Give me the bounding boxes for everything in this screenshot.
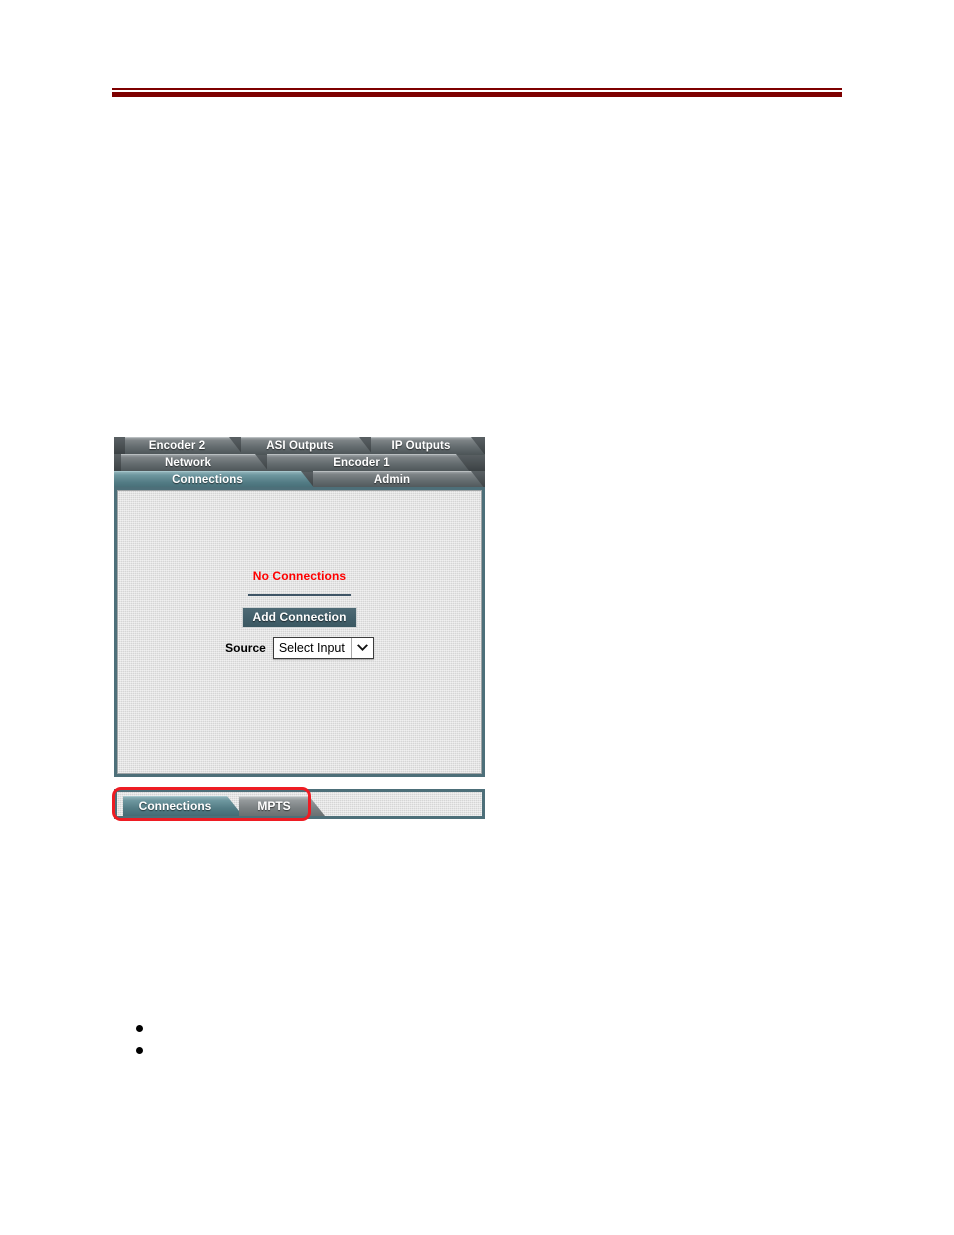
- page-header-rule: [112, 88, 842, 97]
- source-label: Source: [225, 641, 266, 655]
- connections-content: No Connections Add Connection Source Sel…: [118, 569, 481, 659]
- tab-asi-outputs[interactable]: ASI Outputs: [241, 437, 373, 455]
- footer-tab-mpts[interactable]: MPTS: [239, 796, 325, 816]
- tab-network[interactable]: Network: [121, 454, 269, 472]
- bullet-list: [112, 1018, 612, 1062]
- top-tab-row-2: Network Encoder 1: [114, 454, 485, 471]
- header-rule-thick: [112, 92, 842, 97]
- footer-tab-connections[interactable]: Connections: [123, 796, 243, 816]
- add-connection-button[interactable]: Add Connection: [242, 607, 357, 628]
- source-select-value: Select Input: [278, 641, 345, 655]
- bullet-item: [112, 1018, 612, 1040]
- source-input-select[interactable]: Select Input: [272, 637, 374, 659]
- top-tab-row-3: Connections Admin: [114, 471, 485, 488]
- footer-tabs: Connections MPTS: [117, 792, 482, 816]
- source-row: Source Select Input: [118, 637, 481, 659]
- chevron-down-icon[interactable]: [350, 638, 373, 658]
- tab-encoder-2[interactable]: Encoder 2: [125, 437, 243, 455]
- bullet-item: [112, 1040, 612, 1062]
- top-tab-bar: Encoder 2 ASI Outputs IP Outputs Network…: [114, 437, 485, 489]
- top-tab-row-1: Encoder 2 ASI Outputs IP Outputs: [114, 437, 485, 454]
- tab-ip-outputs[interactable]: IP Outputs: [371, 437, 485, 455]
- connections-panel-body: No Connections Add Connection Source Sel…: [117, 490, 482, 774]
- tab-encoder-1[interactable]: Encoder 1: [267, 454, 470, 472]
- content-divider: [248, 594, 351, 596]
- no-connections-status: No Connections: [252, 569, 347, 583]
- footer-tab-strip: Connections MPTS: [114, 789, 485, 819]
- connections-panel: No Connections Add Connection Source Sel…: [114, 487, 485, 777]
- application-screenshot: Encoder 2 ASI Outputs IP Outputs Network…: [112, 437, 485, 825]
